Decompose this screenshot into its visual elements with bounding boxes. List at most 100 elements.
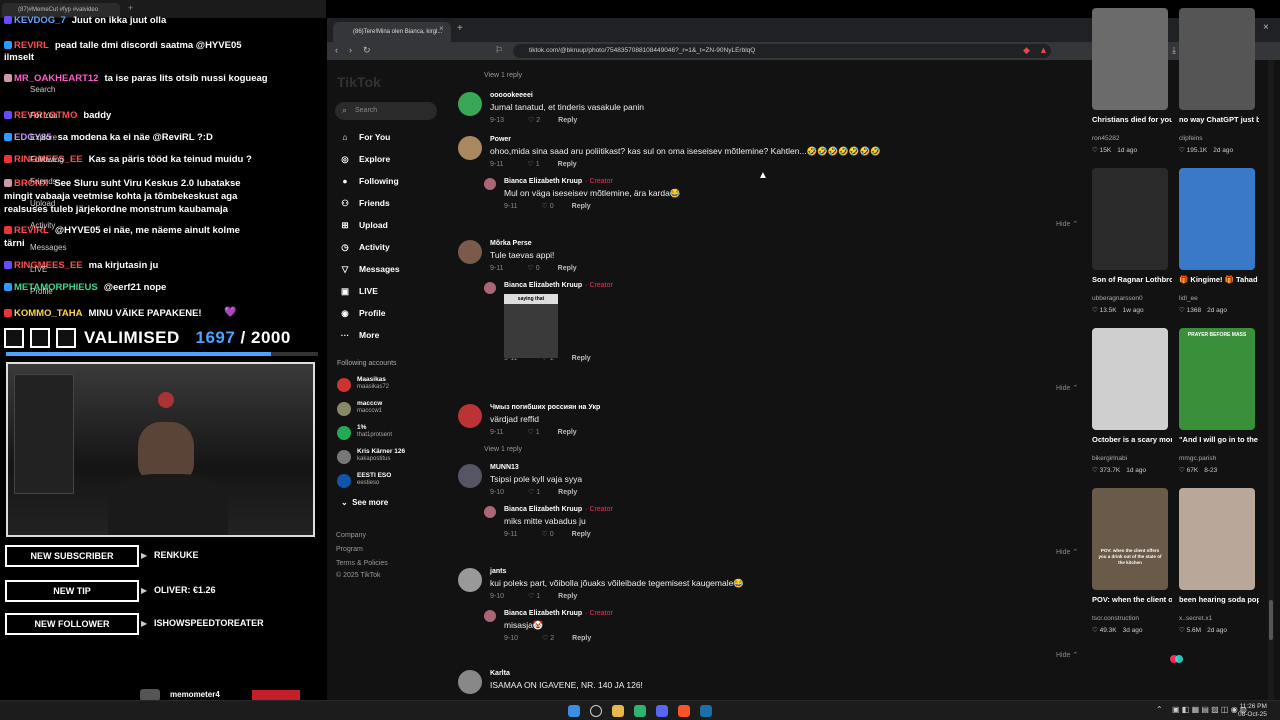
search-input[interactable]: ⌕ Search	[335, 102, 437, 120]
clock[interactable]: 11:26 PM 08-Oct-25	[1238, 703, 1267, 719]
video-thumbnail[interactable]	[1092, 8, 1168, 110]
new-tab-icon[interactable]: +	[457, 23, 463, 34]
video-channel[interactable]: lidl_ee	[1179, 295, 1198, 302]
back-icon[interactable]: ‹	[335, 45, 338, 55]
like-button[interactable]: ♡ 1	[528, 592, 540, 600]
reply-button[interactable]: Reply	[558, 429, 577, 436]
reply-button[interactable]: Reply	[558, 593, 577, 600]
like-button[interactable]: ♡ 0	[542, 202, 554, 210]
comment-author[interactable]: jants	[490, 568, 506, 575]
video-title[interactable]: 🎁 Kingime! 🎁 Tahad jäädvustada...	[1179, 274, 1259, 285]
forward-icon[interactable]: ›	[349, 45, 352, 55]
like-button[interactable]: ♡ 2	[542, 634, 554, 642]
avatar[interactable]	[458, 136, 482, 160]
close-window-icon[interactable]: ×	[1263, 22, 1269, 33]
video-title[interactable]: been hearing soda pop non stop too...	[1179, 594, 1259, 605]
scrollbar[interactable]	[1268, 60, 1274, 700]
avatar[interactable]	[458, 464, 482, 488]
avatar[interactable]	[484, 610, 496, 622]
tiktok-logo[interactable]: TikTok	[337, 74, 381, 90]
brave-shield-icon[interactable]: ◆	[1023, 45, 1030, 56]
comment-author[interactable]: Bianca Elizabeth Kruup · Creator	[504, 506, 613, 513]
comment-author[interactable]: Bianca Elizabeth Kruup · Creator	[504, 282, 613, 289]
rewards-icon[interactable]: ▲	[1039, 45, 1048, 55]
video-title[interactable]: "And I will go in to the altar of God: t…	[1179, 434, 1259, 445]
download-icon[interactable]: ⤓	[1172, 45, 1176, 56]
video-channel[interactable]: ubberagnarsson0	[1092, 295, 1143, 302]
video-channel[interactable]: x..secret.x1	[1179, 615, 1212, 622]
avatar[interactable]	[458, 568, 482, 592]
video-thumbnail[interactable]	[1092, 328, 1168, 430]
scrollbar-thumb[interactable]	[1269, 600, 1273, 640]
video-channel[interactable]: bikergirlnabi	[1092, 455, 1127, 462]
nav-upload[interactable]: ⊞ Upload	[339, 220, 387, 231]
comment-author[interactable]: Power	[490, 136, 511, 143]
hide-button[interactable]: Hide ⌃	[1056, 384, 1078, 392]
reply-button[interactable]: Reply	[558, 161, 577, 168]
reply-button[interactable]: Reply	[572, 203, 591, 210]
reply-button[interactable]: Reply	[558, 489, 577, 496]
footer-link[interactable]: Program	[336, 546, 363, 553]
hide-button[interactable]: Hide ⌃	[1056, 548, 1078, 556]
brave-icon[interactable]	[678, 705, 690, 717]
reply-button[interactable]: Reply	[558, 265, 577, 272]
avatar[interactable]	[458, 404, 482, 428]
comment-author[interactable]: Чмыз погибших россиян на Укр	[490, 404, 600, 411]
url-input[interactable]: tiktok.com/@bkruup/photo/754835708810844…	[513, 44, 1051, 58]
reply-button[interactable]: Reply	[572, 531, 591, 538]
see-more-button[interactable]: ⌄ See more	[341, 498, 388, 507]
app-icon[interactable]	[634, 705, 646, 717]
comment-author[interactable]: oooookeeeei	[490, 92, 533, 99]
start-icon[interactable]	[568, 705, 580, 717]
comment-author[interactable]: Mõrka Perse	[490, 240, 532, 247]
search-taskbar-icon[interactable]	[590, 705, 602, 717]
nav-more[interactable]: ··· More	[339, 330, 380, 340]
comment-author[interactable]: Karlta	[490, 670, 510, 677]
nav-following[interactable]: ● Following	[339, 176, 398, 186]
avatar[interactable]	[458, 240, 482, 264]
like-button[interactable]: ♡ 0	[542, 530, 554, 538]
like-button[interactable]: ♡ 0	[528, 264, 540, 272]
comment-author[interactable]: Bianca Elizabeth Kruup · Creator	[504, 178, 613, 185]
tray-icons[interactable]: ▣ ◧ ▦ ▤ ▨ ◫ ◉ ◍	[1172, 705, 1247, 714]
chat-username[interactable]: KEVDOG_7	[14, 15, 66, 26]
nav-live[interactable]: ▣ LIVE	[339, 286, 378, 297]
bookmark-icon[interactable]: ⚐	[495, 45, 503, 56]
chat-username[interactable]: KOMMO_TAHA	[14, 308, 82, 319]
avatar[interactable]	[484, 506, 496, 518]
reply-button[interactable]: Reply	[572, 355, 591, 362]
file-explorer-icon[interactable]	[612, 705, 624, 717]
video-channel[interactable]: mmgc.parish	[1179, 455, 1216, 462]
tray-chevron-icon[interactable]: ⌃	[1156, 705, 1163, 714]
video-title[interactable]: POV: when the client offers you a drink.…	[1092, 594, 1172, 605]
video-channel[interactable]: clipfeins	[1179, 135, 1202, 142]
comment-author[interactable]: MUNN13	[490, 464, 519, 471]
chat-username[interactable]: MR_OAKHEART12	[14, 73, 98, 84]
nav-explore[interactable]: ◎ Explore	[339, 154, 390, 165]
discord-icon[interactable]	[656, 705, 668, 717]
chat-username[interactable]: METAMORPHIEUS	[14, 282, 98, 293]
reply-image[interactable]: saying that	[504, 294, 558, 358]
video-thumbnail[interactable]: POV: when the client offers you a drink …	[1092, 488, 1168, 590]
video-thumbnail[interactable]	[1179, 168, 1255, 270]
video-title[interactable]: October is a scary month 😳 ...	[1092, 434, 1172, 445]
video-title[interactable]: Son of Ragnar Lothbrok 👑 #fyp...	[1092, 274, 1172, 285]
video-thumbnail[interactable]	[1179, 8, 1255, 110]
steam-icon[interactable]	[700, 705, 712, 717]
video-title[interactable]: Christians died for you just for you to.…	[1092, 114, 1172, 125]
like-button[interactable]: ♡ 1	[528, 488, 540, 496]
chat-username[interactable]: RINGMEES_EE	[14, 260, 83, 271]
hide-button[interactable]: Hide ⌃	[1056, 651, 1078, 659]
nav-activity[interactable]: ◷ Activity	[339, 242, 389, 253]
reply-button[interactable]: Reply	[558, 117, 577, 124]
avatar[interactable]	[484, 178, 496, 190]
like-button[interactable]: ♡ 2	[528, 116, 540, 124]
avatar[interactable]	[458, 670, 482, 694]
video-title[interactable]: no way ChatGPT just blackmailed and...	[1179, 114, 1259, 125]
avatar[interactable]	[458, 92, 482, 116]
new-tab-icon[interactable]: +	[128, 3, 133, 13]
video-channel[interactable]: tscr.construction	[1092, 615, 1139, 622]
nav-profile[interactable]: ◉ Profile	[339, 308, 385, 319]
hide-button[interactable]: Hide ⌃	[1056, 220, 1078, 228]
video-thumbnail[interactable]: PRAYER BEFORE MASS	[1179, 328, 1255, 430]
